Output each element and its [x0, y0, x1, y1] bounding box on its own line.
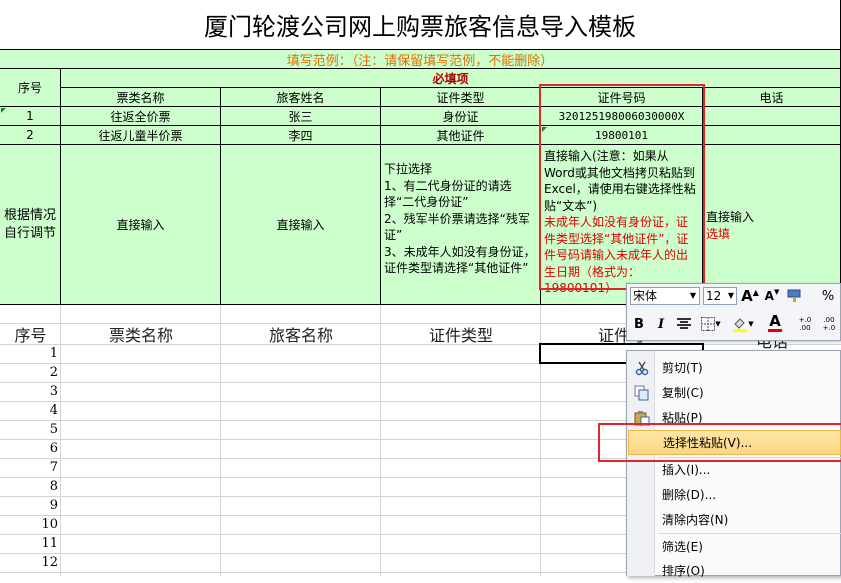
guide-ticket[interactable]: 直接输入 — [61, 145, 221, 305]
id-column-highlight — [539, 84, 705, 290]
fill-color-button[interactable]: ▼ — [730, 314, 756, 334]
font-color-button[interactable]: A — [762, 312, 788, 334]
shrink-font-icon: A — [764, 289, 774, 303]
chevron-down-icon: ▼ — [689, 291, 696, 300]
menu-item-clear-contents[interactable]: 清除内容(N) — [628, 507, 841, 532]
copy-icon — [634, 385, 649, 400]
font-color-icon: A — [769, 312, 781, 330]
menu-item-label: 复制(C) — [662, 386, 704, 400]
header-phone[interactable]: 电话 — [703, 88, 841, 107]
align-center-icon — [677, 318, 691, 329]
format-painter-button[interactable] — [785, 287, 807, 305]
menu-item-delete[interactable]: 删除(D)... — [628, 482, 841, 507]
menu-item-label: 删除(D)... — [662, 488, 717, 502]
lower-header-ticket[interactable]: 票类名称 — [61, 322, 221, 346]
sheet-title[interactable]: 厦门轮渡公司网上购票旅客信息导入模板 — [0, 0, 841, 50]
menu-item-sort[interactable]: 排序(O) — [628, 558, 841, 583]
header-seq[interactable]: 序号 — [0, 69, 61, 107]
lower-header-idtype[interactable]: 证件类型 — [381, 322, 541, 346]
menu-item-cut[interactable]: 剪切(T) — [628, 355, 841, 380]
row-number[interactable]: 9 — [0, 498, 60, 513]
example-row-2-phone[interactable] — [703, 126, 841, 145]
row-number[interactable]: 7 — [0, 460, 60, 475]
lower-header-seq[interactable]: 序号 — [0, 322, 61, 346]
decrease-decimal-icon: .00 +.0 — [822, 316, 836, 332]
row-number[interactable]: 4 — [0, 403, 60, 418]
lower-header-name[interactable]: 旅客名称 — [221, 322, 381, 346]
bold-button[interactable]: B — [630, 314, 648, 334]
guide-row-label[interactable]: 根据情况自行调节 — [0, 145, 61, 305]
guide-idtype[interactable]: 下拉选择 1、有二代身份证的请选择“二代身份证” 2、残军半价票请选择“残军证”… — [381, 145, 541, 305]
row-number[interactable]: 12 — [0, 555, 60, 570]
header-id-type[interactable]: 证件类型 — [381, 88, 541, 107]
italic-button[interactable]: I — [652, 314, 670, 334]
guide-name[interactable]: 直接输入 — [221, 145, 381, 305]
font-size-select[interactable]: 12 ▼ — [703, 287, 737, 305]
shrink-font-button[interactable]: A ▼ — [763, 287, 781, 305]
borders-button[interactable]: ▼ — [698, 314, 724, 334]
scissors-icon — [635, 361, 649, 375]
chevron-down-icon: ▼ — [748, 320, 754, 328]
menu-item-label: 剪切(T) — [662, 361, 703, 375]
font-name-value: 宋体 — [633, 289, 658, 303]
borders-icon — [701, 317, 716, 331]
font-size-value: 12 — [706, 289, 722, 303]
example-row-2-idtype[interactable]: 其他证件 — [381, 126, 541, 145]
row-number[interactable]: 11 — [0, 536, 60, 551]
font-color-swatch — [768, 329, 782, 332]
menu-item-filter[interactable]: 筛选(E) — [628, 534, 841, 559]
row-number[interactable]: 6 — [0, 441, 60, 456]
menu-item-label: 筛选(E) — [662, 540, 703, 554]
menu-item-label: 插入(I)... — [662, 463, 711, 477]
example-row-1-ticket[interactable]: 往返全价票 — [61, 107, 221, 126]
example-note[interactable]: 填写范例：（注：请保留填写范例，不能删除） — [0, 50, 841, 69]
menu-item-label: 清除内容(N) — [662, 513, 729, 527]
chevron-down-icon: ▼ — [715, 320, 721, 328]
decrease-decimal-button[interactable]: .00 +.0 — [818, 314, 840, 334]
header-passenger-name[interactable]: 旅客姓名 — [221, 88, 381, 107]
row-number[interactable]: 2 — [0, 365, 60, 380]
example-row-2-no[interactable]: 2 — [0, 126, 61, 145]
example-row-2-name[interactable]: 李四 — [221, 126, 381, 145]
row-number[interactable]: 3 — [0, 384, 60, 399]
guide-phone-optional: 选填 — [706, 226, 731, 241]
header-required[interactable]: 必填项 — [61, 69, 841, 88]
guide-row-label-text: 根据情况自行调节 — [3, 207, 56, 241]
row-number[interactable]: 10 — [0, 517, 60, 532]
guide-phone-note: 直接输入 — [706, 210, 755, 224]
increase-decimal-button[interactable]: +.0 .00 — [794, 314, 816, 334]
header-ticket-type[interactable]: 票类名称 — [61, 88, 221, 107]
row-number[interactable]: 1 — [0, 346, 60, 361]
row-number[interactable]: 8 — [0, 479, 60, 494]
row-number[interactable]: 5 — [0, 422, 60, 437]
grow-font-button[interactable]: A ▲ — [741, 287, 759, 305]
example-row-2-ticket[interactable]: 往返儿童半价票 — [61, 126, 221, 145]
fill-color-icon — [733, 318, 748, 332]
example-row-1-name[interactable]: 张三 — [221, 107, 381, 126]
increase-decimal-icon: +.0 .00 — [798, 316, 812, 332]
menu-item-label: 排序(O) — [662, 564, 705, 578]
example-row-1-no[interactable]: 1 — [0, 107, 61, 126]
paste-special-highlight — [598, 423, 841, 462]
align-center-button[interactable] — [674, 314, 694, 334]
font-name-select[interactable]: 宋体 ▼ — [630, 287, 700, 305]
format-painter-icon — [787, 289, 801, 302]
chevron-down-icon: ▼ — [727, 291, 734, 300]
guide-phone[interactable]: 直接输入 选填 — [703, 145, 841, 305]
comment-marker — [1, 108, 6, 113]
grow-font-icon: A — [741, 287, 753, 305]
example-row-1-phone[interactable] — [703, 107, 841, 126]
menu-item-copy[interactable]: 复制(C) — [628, 380, 841, 405]
example-row-1-idtype[interactable]: 身份证 — [381, 107, 541, 126]
percent-style-button[interactable]: % — [818, 287, 838, 305]
